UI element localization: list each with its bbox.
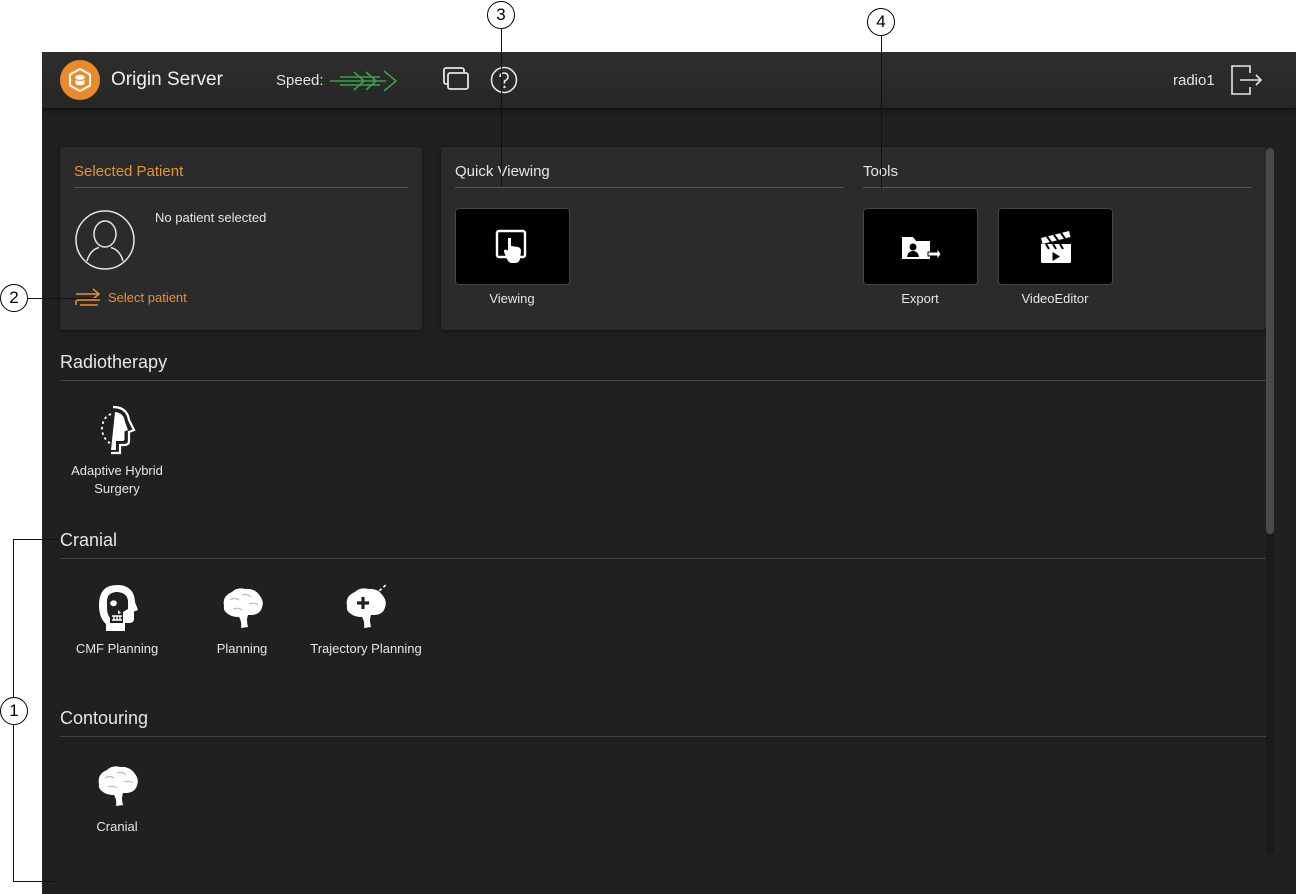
help-icon[interactable]	[490, 66, 518, 94]
workflow-adaptive-hybrid-surgery[interactable]: Adaptive Hybrid Surgery	[57, 404, 177, 498]
speed-label: Speed:	[276, 72, 324, 89]
videoeditor-label: VideoEditor	[1021, 291, 1089, 306]
speed-arrows-icon	[330, 70, 398, 92]
callout-4: 4	[867, 8, 895, 36]
export-tile[interactable]	[863, 208, 978, 285]
server-logo-icon[interactable]	[60, 60, 100, 100]
workflow-label: CMF Planning	[75, 641, 159, 656]
callout-line	[501, 29, 502, 186]
head-profile-icon	[101, 405, 136, 455]
skull-icon	[99, 585, 138, 631]
workflow-trajectory-planning[interactable]: Trajectory Planning	[306, 582, 426, 658]
radiotherapy-title: Radiotherapy	[60, 352, 168, 372]
bracket-line	[13, 881, 57, 882]
divider	[863, 187, 1252, 188]
patient-avatar-icon	[75, 210, 135, 270]
selected-patient-title: Selected Patient	[74, 163, 184, 180]
divider	[60, 380, 1266, 381]
logout-icon[interactable]	[1230, 64, 1264, 96]
callout-1: 1	[0, 697, 28, 725]
workflow-label: Planning	[216, 641, 268, 656]
app-window: Origin Server Speed: radio1 Selected Pat…	[42, 52, 1296, 894]
workflow-cmf-planning[interactable]: CMF Planning	[57, 582, 177, 658]
workflow-planning[interactable]: Planning	[182, 582, 302, 658]
bracket-line	[13, 725, 14, 882]
quick-viewing-title: Quick Viewing	[455, 163, 550, 180]
workflow-label: Trajectory Planning	[310, 641, 422, 656]
brain-icon	[98, 766, 138, 806]
bracket-line	[13, 539, 59, 540]
windows-icon[interactable]	[442, 66, 470, 92]
contouring-title: Contouring	[60, 708, 149, 728]
callout-line	[881, 36, 882, 188]
videoeditor-tile[interactable]	[998, 208, 1113, 285]
export-folder-icon	[901, 236, 942, 262]
server-name: Origin Server	[111, 69, 223, 90]
scrollbar-track[interactable]	[1266, 148, 1274, 854]
workflow-label: Adaptive Hybrid Surgery	[71, 463, 163, 496]
swap-arrows-icon	[75, 288, 101, 306]
brain-trajectory-icon	[346, 583, 388, 628]
selected-patient-card: Selected Patient No patient selected Sel…	[60, 147, 422, 330]
clapperboard-icon	[1040, 230, 1071, 263]
workflow-contouring-cranial[interactable]: Cranial	[57, 760, 177, 836]
divider	[74, 187, 408, 188]
top-bar: Origin Server Speed: radio1	[42, 52, 1296, 108]
callout-2: 2	[0, 284, 28, 312]
viewing-tile[interactable]	[455, 208, 570, 285]
export-label: Export	[901, 291, 939, 306]
brain-icon	[223, 588, 263, 628]
username[interactable]: radio1	[1173, 72, 1215, 89]
viewing-label: Viewing	[489, 291, 535, 306]
cranial-title: Cranial	[60, 530, 118, 550]
patient-status: No patient selected	[155, 210, 267, 225]
scrollbar-thumb[interactable]	[1266, 148, 1274, 534]
divider	[455, 187, 844, 188]
divider	[60, 736, 1266, 737]
select-patient-link[interactable]: Select patient	[74, 287, 187, 307]
quick-viewing-tools-card: Quick Viewing Viewing Tools Export	[441, 147, 1266, 330]
workflow-label: Cranial	[96, 819, 138, 834]
callout-3: 3	[487, 1, 515, 29]
divider	[60, 558, 1266, 559]
touch-screen-icon	[495, 229, 526, 263]
callout-line	[28, 298, 100, 299]
select-patient-label: Select patient	[108, 289, 187, 305]
bracket-line	[13, 539, 14, 697]
